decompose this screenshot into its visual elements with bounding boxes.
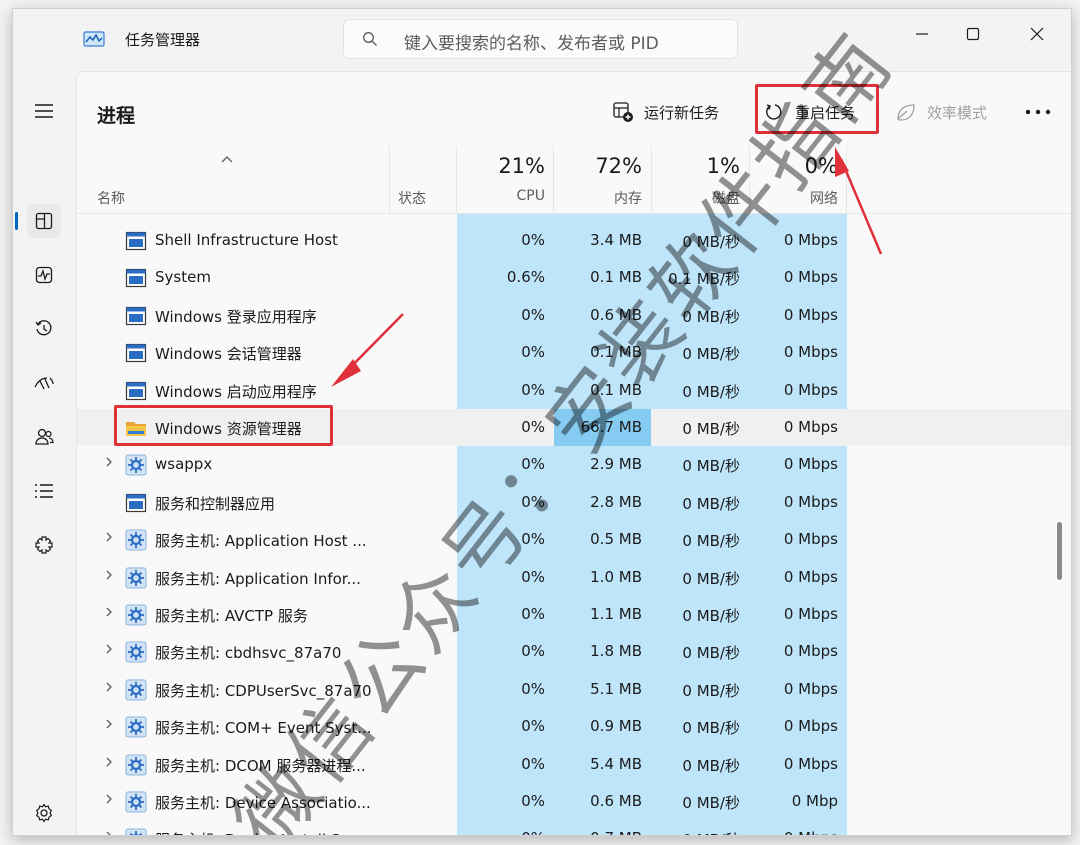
arrow-head-explorer xyxy=(331,359,361,387)
arrow-to-restart xyxy=(839,158,883,255)
task-manager-window: 任务管理器 键入要搜索的名称、发布者或 PID 进程 运行新任务 重启任务 效率… xyxy=(12,8,1072,836)
